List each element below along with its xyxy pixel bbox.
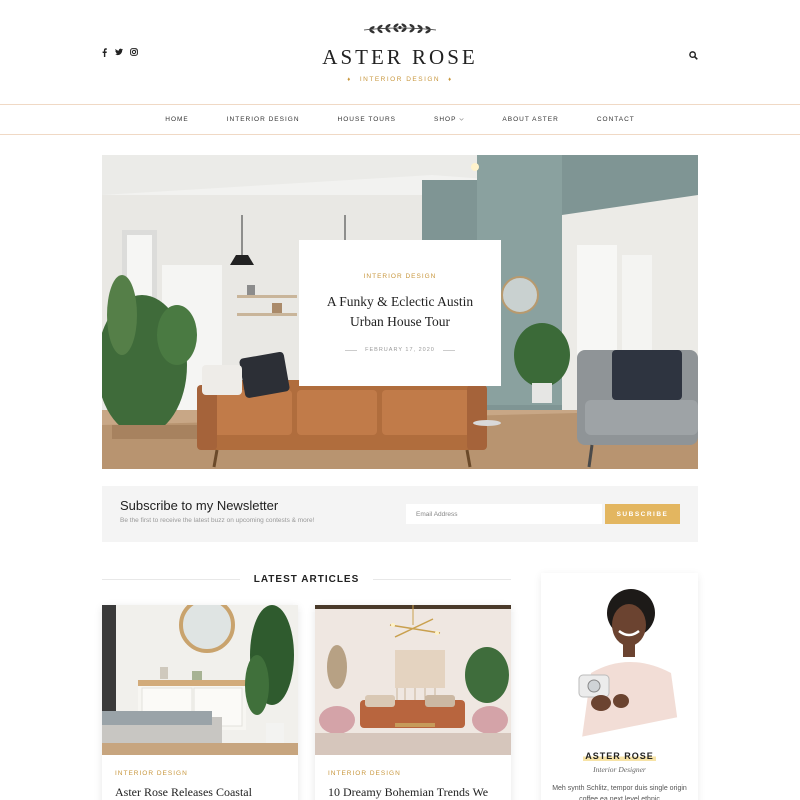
author-role: Interior Designer (593, 765, 646, 774)
newsletter-subtitle: Be the first to receive the latest buzz … (120, 517, 315, 524)
article-category[interactable]: INTERIOR DESIGN (328, 770, 401, 777)
article-card[interactable]: INTERIOR DESIGN 10 Dreamy Bohemian Trend… (315, 605, 511, 800)
author-name-text: ASTER ROSE (583, 751, 656, 761)
dot-icon: ♦ (347, 76, 352, 83)
nav-item-contact[interactable]: CONTACT (597, 116, 635, 123)
logo-tagline: ♦ INTERIOR DESIGN ♦ (300, 76, 500, 83)
divider (442, 349, 455, 351)
article-image[interactable] (315, 605, 511, 755)
logo-title: ASTER ROSE (322, 45, 478, 69)
leaf-ornament-icon (363, 23, 437, 34)
instagram-icon[interactable] (130, 47, 138, 57)
search-icon (689, 51, 698, 60)
facebook-icon[interactable] (100, 47, 108, 57)
search-button[interactable] (689, 47, 700, 60)
article-title[interactable]: 10 Dreamy Bohemian Trends We (328, 785, 488, 800)
site-logo[interactable]: ASTER ROSE ♦ INTERIOR DESIGN ♦ (300, 22, 500, 83)
post-date: FEBRUARY 17, 2020 (299, 347, 501, 353)
featured-post-card[interactable]: INTERIOR DESIGN A Funky & Eclectic Austi… (299, 240, 501, 386)
dot-icon: ♦ (448, 76, 453, 83)
social-links (100, 47, 138, 57)
main-nav: HOME INTERIOR DESIGN HOUSE TOURS SHOP AB… (0, 104, 800, 135)
tagline-text: INTERIOR DESIGN (359, 76, 441, 83)
article-image[interactable] (102, 605, 298, 755)
divider (373, 578, 511, 580)
chevron-down-icon (459, 118, 465, 121)
post-date-text: FEBRUARY 17, 2020 (365, 347, 435, 353)
nav-item-interior-design[interactable]: INTERIOR DESIGN (227, 116, 300, 123)
post-title[interactable]: A Funky & Eclectic Austin Urban House To… (299, 292, 501, 332)
post-category[interactable]: INTERIOR DESIGN (299, 273, 501, 280)
author-photo[interactable] (541, 573, 698, 745)
section-title: LATEST ARTICLES (253, 573, 360, 585)
article-card[interactable]: INTERIOR DESIGN Aster Rose Releases Coas… (102, 605, 298, 800)
nav-item-label: SHOP (433, 116, 457, 123)
nav-item-shop[interactable]: SHOP (433, 116, 465, 123)
newsletter-box: Subscribe to my Newsletter Be the first … (102, 486, 698, 542)
article-category[interactable]: INTERIOR DESIGN (115, 770, 188, 777)
nav-item-about[interactable]: ABOUT ASTER (502, 116, 558, 123)
twitter-icon[interactable] (115, 47, 123, 57)
bedroom-photo (102, 605, 298, 755)
site-header: ASTER ROSE ♦ INTERIOR DESIGN ♦ (0, 0, 800, 104)
subscribe-button[interactable]: SUBSCRIBE (605, 504, 680, 524)
newsletter-title: Subscribe to my Newsletter (120, 498, 279, 513)
author-portrait (541, 573, 698, 745)
divider (102, 578, 240, 580)
divider (345, 349, 358, 351)
article-title[interactable]: Aster Rose Releases Coastal (115, 785, 252, 800)
section-heading: LATEST ARTICLES (102, 573, 511, 585)
nav-item-home[interactable]: HOME (165, 116, 189, 123)
author-name: ASTER ROSE (541, 751, 698, 761)
author-bio: Meh synth Schlitz, tempor duis single or… (552, 785, 687, 800)
bohemian-room-photo (315, 605, 511, 755)
about-widget: ASTER ROSE Interior Designer Meh synth S… (541, 573, 698, 800)
nav-item-house-tours[interactable]: HOUSE TOURS (338, 116, 396, 123)
email-field[interactable]: Email Address (406, 504, 602, 524)
